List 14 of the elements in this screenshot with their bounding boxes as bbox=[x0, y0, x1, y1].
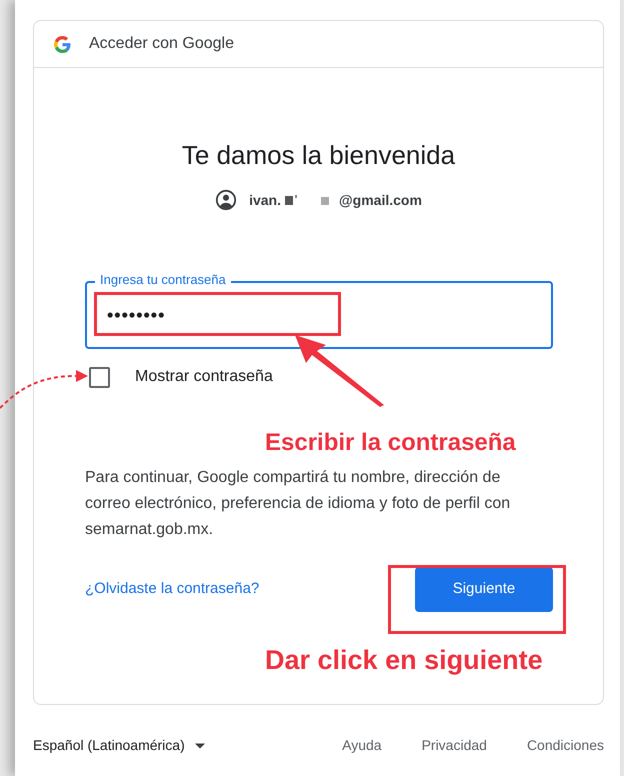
header-title: Acceder con Google bbox=[89, 34, 234, 54]
forgot-password-link[interactable]: ¿Olvidaste la contraseña? bbox=[85, 578, 260, 601]
annotation-text: Dar click en siguiente bbox=[265, 644, 544, 676]
footer-link[interactable]: Ayuda bbox=[342, 735, 382, 756]
email-text: @gmail.com bbox=[339, 190, 422, 210]
privacy-notice: Para continuar, Google compartirá tu nombre, dirección de correo electrónico, preferencia de idioma y foto de perfil con semarnat.gob.mx. bbox=[85, 468, 512, 540]
show-password-label: Mostrar contraseña bbox=[135, 367, 273, 387]
footer-link[interactable]: Condiciones bbox=[526, 735, 604, 756]
annotation-text: Escribir la contraseña bbox=[265, 429, 517, 457]
email-text: ivan. bbox=[249, 190, 281, 210]
next-button[interactable]: Siguiente bbox=[415, 567, 553, 612]
footer-link[interactable]: Privacidad bbox=[422, 735, 487, 756]
welcome-heading: Te damos la bienvenida bbox=[180, 139, 456, 172]
language-selector[interactable]: Español (Latinoamérica) bbox=[33, 735, 205, 756]
